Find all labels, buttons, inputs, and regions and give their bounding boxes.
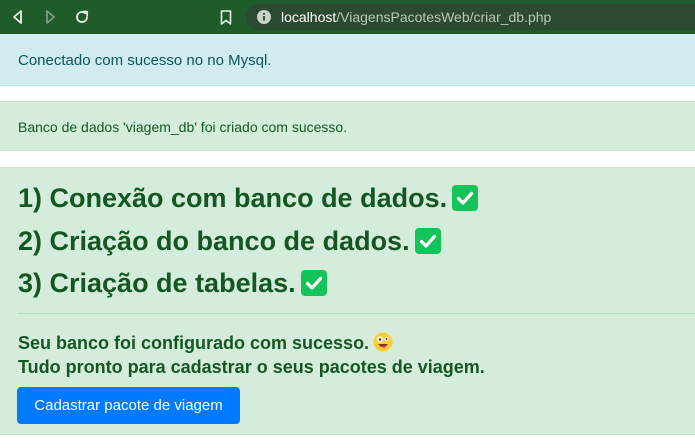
connection-alert: Conectado com sucesso no no Mysql.: [0, 34, 695, 86]
step-tables: 3) Criação de tabelas.: [18, 266, 327, 300]
step-text: 3) Criação de tabelas.: [18, 267, 296, 298]
url-path: /ViagensPacotesWeb/criar_db.php: [336, 9, 552, 25]
check-mark-icon: [300, 270, 327, 296]
step-connection: 1) Conexão com banco de dados.: [18, 181, 479, 215]
arrow-left-icon: [13, 10, 22, 24]
register-package-button[interactable]: Cadastrar pacote de viagem: [17, 387, 240, 424]
reload-button[interactable]: [70, 5, 94, 29]
button-label: Cadastrar pacote de viagem: [34, 397, 223, 414]
step-text: 2) Criação do banco de dados.: [18, 225, 410, 256]
success-message-line1: Seu banco foi configurado com sucesso.: [18, 332, 393, 354]
back-button[interactable]: [6, 5, 30, 29]
url-host: localhost: [281, 9, 337, 25]
reload-icon: [76, 10, 89, 23]
setup-summary-alert: 1) Conexão com banco de dados. 2) Criaçã…: [0, 167, 695, 435]
browser-toolbar: localhost/ViagensPacotesWeb/criar_db.php: [0, 0, 695, 34]
arrow-right-icon: [46, 10, 55, 24]
zany-face-emoji-icon: [373, 332, 393, 352]
check-mark-icon: [414, 228, 441, 254]
connection-alert-text: Conectado com sucesso no no Mysql.: [18, 52, 272, 69]
forward-button[interactable]: [38, 5, 62, 29]
info-icon[interactable]: [257, 10, 271, 24]
check-mark-icon: [452, 185, 479, 211]
url-text[interactable]: localhost/ViagensPacotesWeb/criar_db.php: [281, 9, 551, 25]
bookmark-button[interactable]: [214, 5, 238, 29]
bookmark-icon: [220, 9, 232, 25]
database-created-text: Banco de dados 'viagem_db' foi criado co…: [18, 119, 348, 135]
step-text: 1) Conexão com banco de dados.: [18, 182, 448, 213]
step-database: 2) Criação do banco de dados.: [18, 224, 441, 258]
success-message-text: Seu banco foi configurado com sucesso.: [18, 333, 370, 353]
address-bar[interactable]: localhost/ViagensPacotesWeb/criar_db.php: [246, 4, 695, 30]
success-message-text: Tudo pronto para cadastrar o seus pacote…: [18, 357, 485, 377]
database-created-alert: Banco de dados 'viagem_db' foi criado co…: [0, 101, 695, 151]
divider: [18, 313, 695, 314]
success-message-line2: Tudo pronto para cadastrar o seus pacote…: [18, 357, 485, 378]
